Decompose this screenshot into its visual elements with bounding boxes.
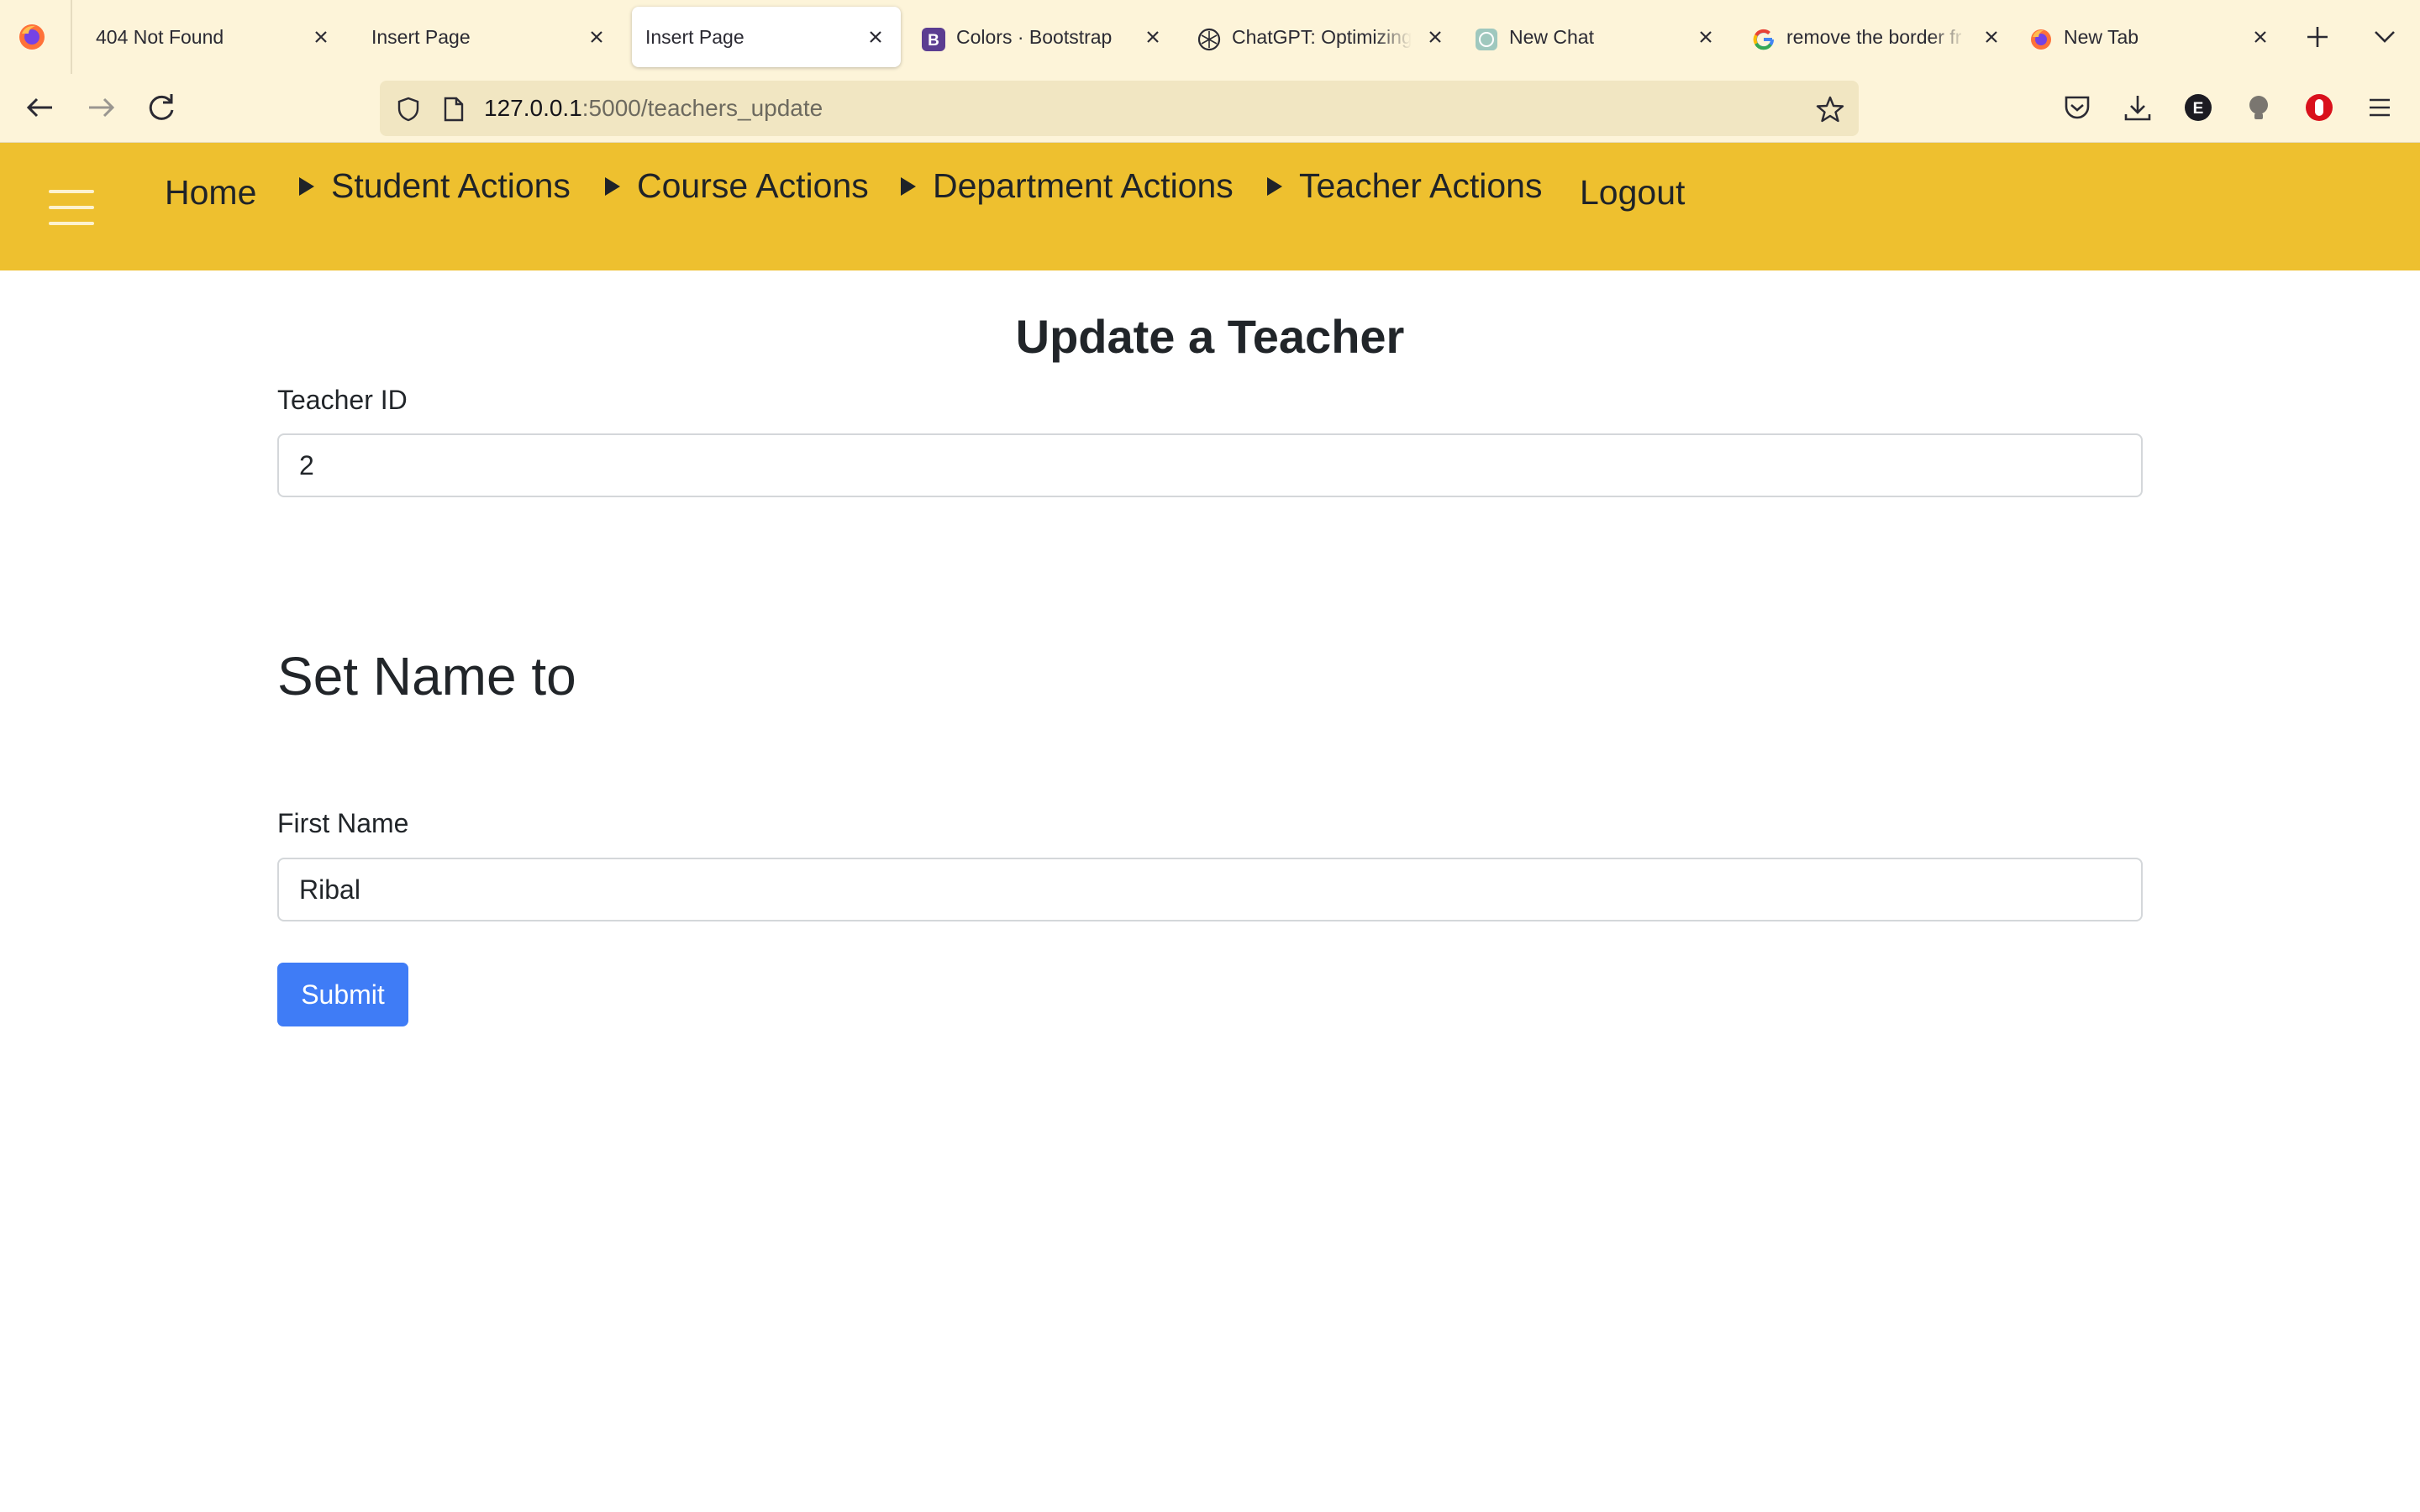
tab-title: New Chat: [1509, 26, 1594, 48]
browser-tab-insert-page-active[interactable]: Insert Page: [632, 7, 901, 67]
url-path: :5000/teachers_update: [581, 95, 823, 121]
tab-title: remove the border fr: [1786, 26, 1962, 48]
tab-title: Insert Page: [645, 26, 744, 48]
teacher-id-label: Teacher ID: [277, 385, 408, 415]
new-tab-plus-icon[interactable]: [2302, 22, 2333, 52]
bootstrap-icon: B: [922, 28, 945, 51]
close-icon[interactable]: [2249, 25, 2272, 49]
svg-text:B: B: [928, 32, 939, 50]
url-text[interactable]: 127.0.0.1:5000/teachers_update: [484, 81, 823, 136]
teacher-id-input[interactable]: [277, 433, 2143, 497]
openai-icon: [1197, 28, 1221, 51]
nav-dropdown-student-actions[interactable]: Student Actions: [299, 166, 571, 206]
google-icon: [1753, 29, 1775, 50]
list-all-tabs-chevron-down-icon[interactable]: [2370, 22, 2400, 52]
expand-triangle-icon: [299, 176, 314, 196]
extension-e-icon[interactable]: E: [2181, 91, 2215, 124]
close-icon[interactable]: [864, 25, 887, 49]
pocket-icon[interactable]: [2060, 91, 2094, 124]
close-icon[interactable]: [585, 25, 608, 49]
tab-title: 404 Not Found: [96, 26, 224, 48]
submit-button[interactable]: Submit: [277, 963, 408, 1026]
browser-nav-bar: 127.0.0.1:5000/teachers_update E: [0, 74, 2420, 143]
extension-bulb-icon[interactable]: [2242, 91, 2275, 124]
nav-dropdown-label: Course Actions: [637, 166, 869, 205]
close-icon[interactable]: [1694, 25, 1718, 49]
set-name-heading: Set Name to: [277, 646, 576, 706]
nav-dropdown-department-actions[interactable]: Department Actions: [901, 166, 1234, 206]
back-arrow-icon[interactable]: [22, 89, 59, 126]
browser-tab-new-chat[interactable]: New Chat: [1462, 7, 1731, 67]
browser-tab-google-search[interactable]: remove the border fr: [1739, 7, 2008, 67]
bookmark-star-icon[interactable]: [1815, 94, 1845, 124]
site-navbar: Home Student Actions Course Actions Depa…: [0, 143, 2420, 270]
forward-arrow-icon[interactable]: [82, 89, 119, 126]
first-name-label: First Name: [277, 808, 409, 838]
browser-tab-chatgpt[interactable]: ChatGPT: Optimizing: [1185, 7, 1454, 67]
downloads-icon[interactable]: [2121, 91, 2154, 124]
expand-triangle-icon: [901, 176, 916, 196]
close-icon[interactable]: [1141, 25, 1165, 49]
page-title: Update a Teacher: [1015, 310, 1405, 363]
tab-title: ChatGPT: Optimizing: [1232, 26, 1412, 48]
expand-triangle-icon: [605, 176, 620, 196]
browser-tab-insert-page[interactable]: Insert Page: [353, 7, 622, 67]
reload-icon[interactable]: [143, 89, 180, 126]
first-name-input[interactable]: [277, 858, 2143, 921]
tab-separator: [71, 0, 72, 74]
nav-dropdown-teacher-actions[interactable]: Teacher Actions: [1267, 166, 1542, 206]
tab-title: New Tab: [2064, 26, 2139, 48]
browser-tab-404-not-found[interactable]: 404 Not Found: [77, 7, 346, 67]
navbar-toggler-icon[interactable]: [49, 190, 94, 225]
chat-icon: [1476, 29, 1497, 50]
browser-tab-strip: 404 Not Found Insert Page Insert Page B …: [0, 0, 2420, 74]
hamburger-menu-icon[interactable]: [2363, 91, 2396, 124]
close-icon[interactable]: [309, 25, 333, 49]
nav-link-logout[interactable]: Logout: [1580, 173, 1685, 213]
url-host: 127.0.0.1: [484, 95, 582, 121]
nav-dropdown-course-actions[interactable]: Course Actions: [605, 166, 869, 206]
adblock-extension-icon[interactable]: [2302, 91, 2336, 124]
expand-triangle-icon: [1267, 176, 1282, 196]
tracking-protection-shield-icon[interactable]: [395, 96, 422, 123]
url-bar[interactable]: 127.0.0.1:5000/teachers_update: [380, 81, 1859, 136]
browser-tab-new-tab[interactable]: New Tab: [2017, 7, 2286, 67]
firefox-icon[interactable]: [17, 22, 47, 52]
nav-dropdown-label: Student Actions: [331, 166, 571, 205]
nav-dropdown-label: Teacher Actions: [1299, 166, 1543, 205]
browser-tab-colors-bootstrap[interactable]: B Colors · Bootstrap: [909, 7, 1178, 67]
nav-dropdown-label: Department Actions: [933, 166, 1234, 205]
firefox-icon: [2031, 29, 2051, 50]
tab-title: Colors · Bootstrap: [956, 26, 1113, 48]
nav-link-home[interactable]: Home: [165, 173, 256, 213]
extension-badge-text: E: [2193, 100, 2204, 118]
page-info-icon[interactable]: [442, 96, 466, 123]
close-icon[interactable]: [1980, 25, 2003, 49]
close-icon[interactable]: [1423, 25, 1447, 49]
tab-title: Insert Page: [371, 26, 471, 48]
